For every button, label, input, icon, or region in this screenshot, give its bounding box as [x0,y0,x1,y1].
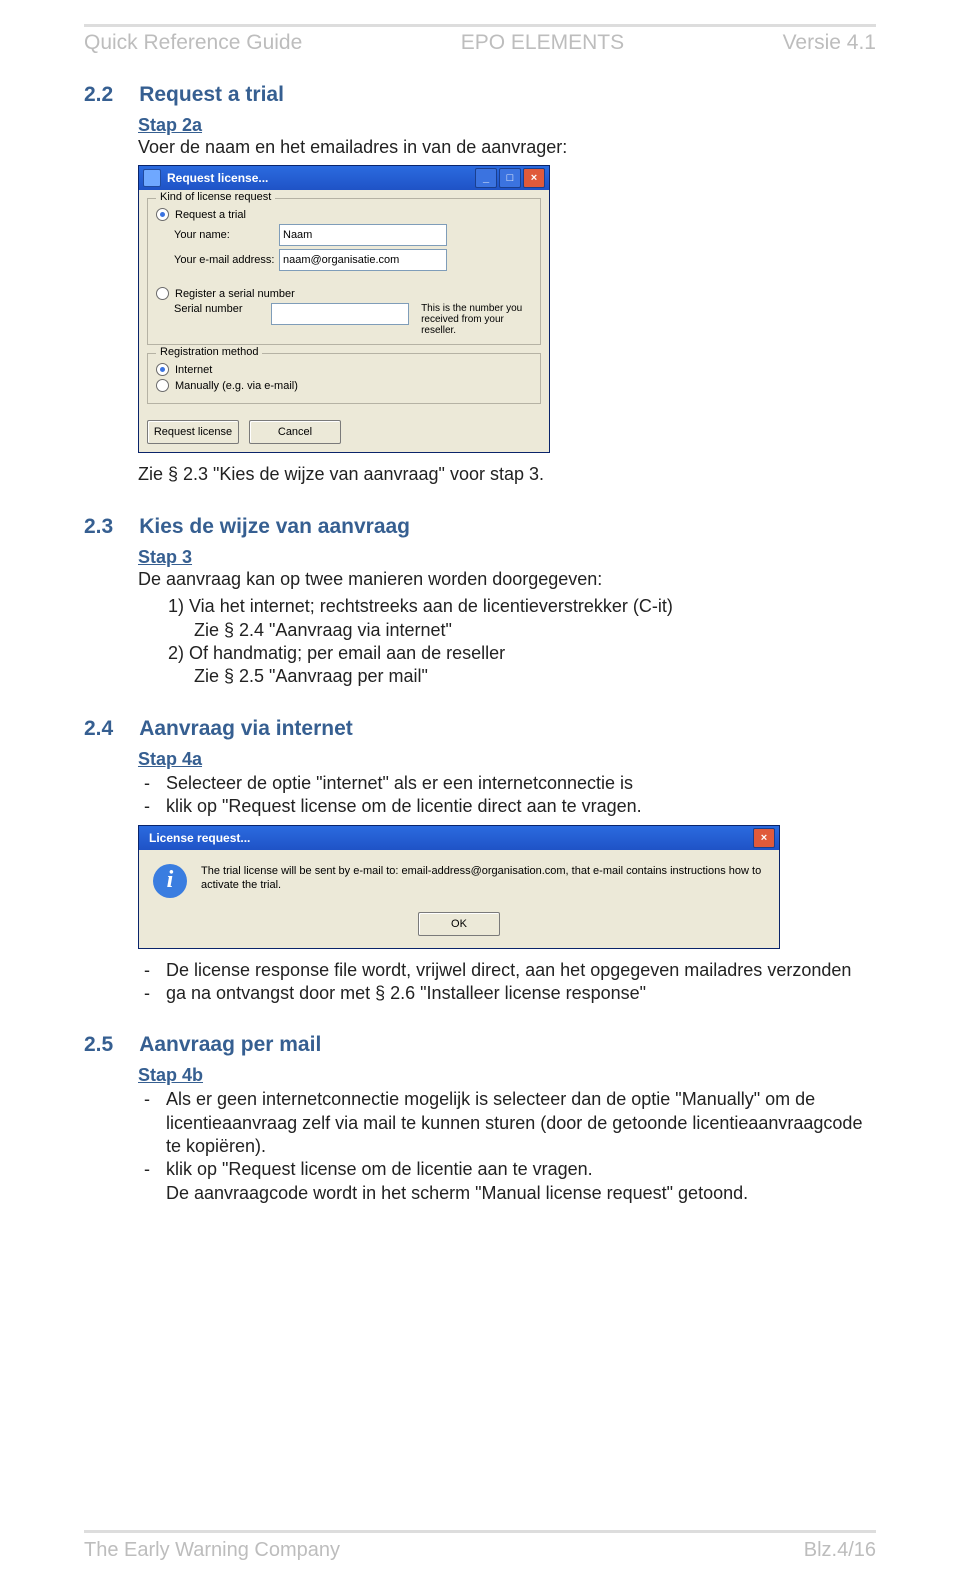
serial-label: Serial number [174,303,271,315]
step-2a-intro: Voer de naam en het emailadres in van de… [138,136,876,159]
heading-number: 2.2 [84,83,113,107]
header-left: Quick Reference Guide [84,31,302,55]
msgbox-text: The trial license will be sent by e-mail… [201,864,765,898]
footer-right: Blz.4/16 [804,1539,876,1562]
bullet-4a-3: De license response file wordt, vrijwel … [138,959,876,982]
step-4b-label: Stap 4b [138,1065,876,1086]
heading-2-5: 2.5 Aanvraag per mail [84,1033,876,1057]
app-icon [143,169,161,187]
step-2a-label: Stap 2a [138,115,876,136]
heading-title: Aanvraag per mail [139,1033,321,1057]
group-method-label: Registration method [156,346,262,358]
ok-button[interactable]: OK [418,912,500,936]
ok-button-label: OK [451,918,467,930]
bullet-4b-2-line1: klik op "Request license om de licentie … [166,1159,593,1179]
bullet-4a-4: ga na ontvangst door met § 2.6 "Installe… [138,982,876,1005]
heading-title: Kies de wijze van aanvraag [139,515,410,539]
radio-register-serial-label: Register a serial number [175,288,295,300]
page-footer: The Early Warning Company Blz.4/16 [84,1539,876,1562]
msgbox-titlebar[interactable]: License request... × [139,826,779,850]
cancel-button[interactable]: Cancel [249,420,341,444]
radio-manual[interactable] [156,379,169,392]
request-license-dialog: Request license... _ □ × Kind of license… [138,165,876,453]
bullet-4b-2: klik op "Request license om de licentie … [138,1158,876,1205]
step-4a-label: Stap 4a [138,749,876,770]
bullet-4b-1: Als er geen internetconnectie mogelijk i… [138,1088,876,1158]
bullet-4b-2-line2: De aanvraagcode wordt in het scherm "Man… [166,1183,748,1203]
step-3-label: Stap 3 [138,547,876,568]
heading-number: 2.4 [84,717,113,741]
heading-number: 2.3 [84,515,113,539]
dialog-titlebar[interactable]: Request license... _ □ × [139,166,549,190]
option-2: 2) Of handmatig; per email aan de resell… [168,642,876,665]
maximize-icon[interactable]: □ [499,168,521,188]
option-1: 1) Via het internet; rechtstreeks aan de… [168,595,876,618]
option-2-ref: Zie § 2.5 "Aanvraag per mail" [194,665,876,688]
heading-title: Aanvraag via internet [139,717,353,741]
info-icon: i [153,864,187,898]
heading-2-2: 2.2 Request a trial [84,83,876,107]
serial-input[interactable] [271,303,409,325]
request-license-button[interactable]: Request license [147,420,239,444]
minimize-icon[interactable]: _ [475,168,497,188]
your-name-input[interactable]: Naam [279,224,447,246]
close-icon[interactable]: × [523,168,545,188]
heading-number: 2.5 [84,1033,113,1057]
bullet-4a-1: Selecteer de optie "internet" als er een… [138,772,876,795]
close-icon[interactable]: × [753,828,775,848]
your-email-value: naam@organisatie.com [283,254,399,266]
step-3-intro: De aanvraag kan op twee manieren worden … [138,568,876,591]
radio-register-serial[interactable] [156,287,169,300]
option-1-ref: Zie § 2.4 "Aanvraag via internet" [194,619,876,642]
cancel-button-label: Cancel [278,426,312,438]
footer-left: The Early Warning Company [84,1539,340,1562]
radio-internet-label: Internet [175,364,212,376]
serial-note: This is the number you received from you… [421,303,532,336]
heading-title: Request a trial [139,83,284,107]
page-header: Quick Reference Guide EPO ELEMENTS Versi… [84,31,876,55]
your-email-label: Your e-mail address: [174,254,279,266]
your-email-input[interactable]: naam@organisatie.com [279,249,447,271]
msgbox-title: License request... [143,831,753,845]
radio-manual-label: Manually (e.g. via e-mail) [175,380,298,392]
radio-internet[interactable] [156,363,169,376]
bullet-4a-2: klik op "Request license om de licentie … [138,795,876,818]
radio-request-trial[interactable] [156,208,169,221]
your-name-value: Naam [283,229,312,241]
header-center: EPO ELEMENTS [461,31,624,55]
after-dialog-note: Zie § 2.3 "Kies de wijze van aanvraag" v… [138,463,876,486]
your-name-label: Your name: [174,229,279,241]
dialog-title: Request license... [167,171,475,185]
radio-request-trial-label: Request a trial [175,209,246,221]
heading-2-4: 2.4 Aanvraag via internet [84,717,876,741]
header-right: Versie 4.1 [783,31,876,55]
group-kind-label: Kind of license request [156,191,275,203]
request-license-button-label: Request license [154,426,232,438]
heading-2-3: 2.3 Kies de wijze van aanvraag [84,515,876,539]
license-request-msgbox: License request... × i The trial license… [138,825,780,949]
